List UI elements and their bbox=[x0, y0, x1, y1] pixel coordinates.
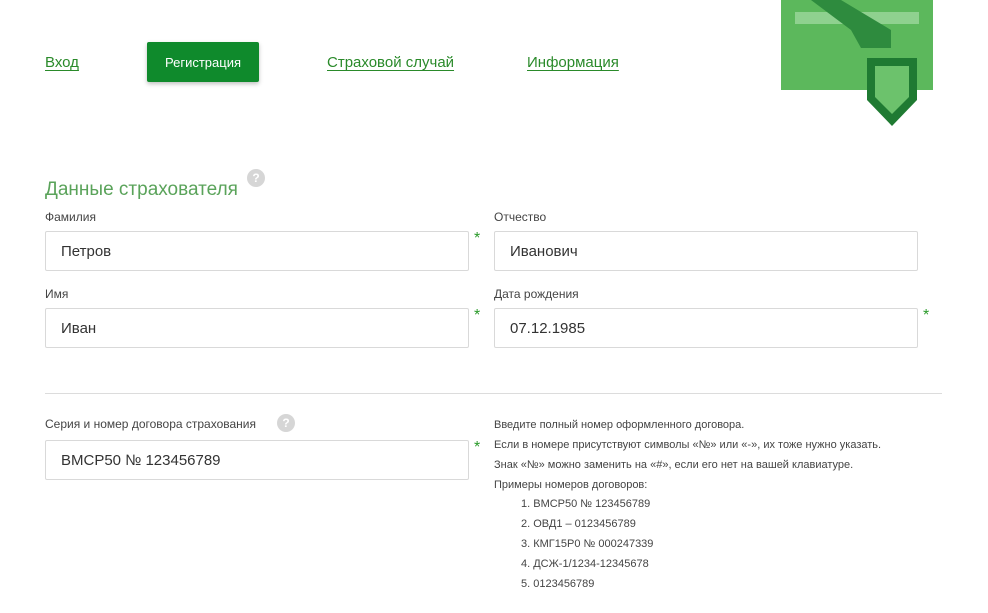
required-mark: * bbox=[474, 307, 481, 324]
required-mark: * bbox=[923, 307, 930, 324]
birthdate-label: Дата рождения bbox=[494, 287, 579, 301]
help-icon[interactable]: ? bbox=[277, 414, 295, 432]
birthdate-input[interactable]: 07.12.1985 bbox=[494, 308, 918, 348]
logo-shield-icon bbox=[781, 0, 933, 126]
hint-line: Знак «№» можно заменить на «#», если его… bbox=[494, 459, 854, 471]
hint-example-item: 2. ОВД1 – 0123456789 bbox=[521, 518, 636, 530]
hint-example-item: 1. ВМСР50 № 123456789 bbox=[521, 498, 651, 510]
divider bbox=[45, 393, 942, 394]
required-mark: * bbox=[474, 439, 481, 456]
section-title: Данные страхователя bbox=[45, 179, 238, 200]
hint-example-item: 5. 0123456789 bbox=[521, 578, 595, 590]
name-input[interactable]: Иван bbox=[45, 308, 469, 348]
surname-label: Фамилия bbox=[45, 210, 96, 224]
nav-link-insured-event[interactable]: Страховой случай bbox=[327, 54, 454, 71]
surname-input[interactable]: Петров bbox=[45, 231, 469, 271]
hint-example-item: 3. КМГ15Р0 № 000247339 bbox=[521, 538, 654, 550]
contract-label: Серия и номер договора страхования bbox=[45, 417, 257, 431]
register-button[interactable]: Регистрация bbox=[147, 42, 259, 82]
patronymic-label: Отчество bbox=[494, 210, 547, 224]
contract-number-input[interactable]: ВМСР50 № 123456789 bbox=[45, 440, 469, 480]
nav-link-info[interactable]: Информация bbox=[527, 54, 619, 71]
hint-line: Введите полный номер оформленного догово… bbox=[494, 419, 745, 431]
patronymic-input[interactable]: Иванович bbox=[494, 231, 918, 271]
nav-link-login[interactable]: Вход bbox=[45, 54, 79, 71]
hint-line: Если в номере присутствуют символы «№» и… bbox=[494, 439, 882, 451]
help-icon[interactable]: ? bbox=[247, 169, 265, 187]
required-mark: * bbox=[474, 230, 481, 247]
name-label: Имя bbox=[45, 287, 69, 301]
hint-example-item: 4. ДСЖ-1/1234-12345678 bbox=[521, 558, 649, 570]
hint-examples-title: Примеры номеров договоров: bbox=[494, 479, 648, 491]
